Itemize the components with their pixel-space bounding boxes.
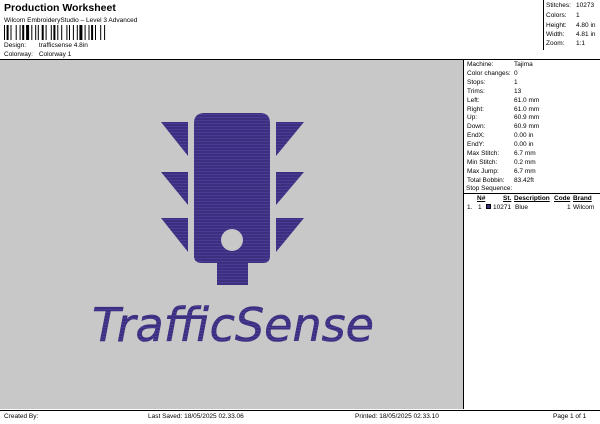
stop-row-index: 1.: [467, 204, 473, 211]
design-row: Design: trafficsense 4.8in: [4, 42, 88, 49]
machine-info-label: Up:: [467, 114, 478, 122]
stop-row-brand: Wilcom: [573, 204, 595, 211]
stop-row-n: 1: [478, 204, 482, 211]
design-label: Design:: [4, 42, 27, 49]
machine-info-value: 60.9 mm: [514, 123, 540, 131]
machine-info-value: 13: [514, 87, 522, 95]
software-subtitle: Wilcom EmbroideryStudio – Level 3 Advanc…: [4, 17, 138, 24]
col-stitches: St.: [503, 195, 512, 202]
machine-info-value: 60.9 mm: [514, 114, 540, 122]
stop-row-description: Blue: [515, 204, 529, 211]
stop-sequence-heading: Stop Sequence:: [466, 185, 513, 192]
footer-divider: [0, 410, 600, 411]
barcode: [4, 25, 106, 40]
machine-info-label: Max Jump:: [467, 167, 499, 175]
design-preview: TrafficSense: [0, 60, 463, 409]
machine-info-value: 0.00 in: [514, 132, 534, 140]
machine-info-label: Max Stitch:: [467, 150, 500, 157]
stop-row-code: 1: [567, 204, 571, 211]
col-code: Code: [554, 195, 571, 202]
machine-info-label: Min Stitch:: [467, 158, 498, 166]
traffic-light-logo: TrafficSense: [92, 113, 374, 352]
footer-created-by: Created By:: [4, 413, 39, 420]
machine-info-label: EndX:: [467, 132, 485, 140]
colorway-row: Colorway: Colorway 1: [4, 51, 71, 58]
machine-info-value: 61.0 mm: [514, 105, 540, 113]
machine-info-label: Trims:: [467, 87, 485, 95]
footer-last-saved: Last Saved: 18/05/2025 02.33.06: [148, 413, 244, 420]
logo-wordmark: TrafficSense: [92, 298, 374, 352]
machine-info-label: Stops:: [467, 78, 486, 86]
footer-printed: Printed: 18/05/2025 02.33.10: [355, 413, 439, 420]
light-hole: [221, 229, 243, 251]
traffic-light-icon: [161, 113, 304, 285]
machine-info-label: Machine:: [467, 61, 494, 68]
machine-info-value: 0.00 in: [514, 141, 534, 149]
colorway-value: Colorway 1: [38, 51, 72, 58]
thread-color-swatch: [486, 204, 491, 209]
machine-info-value: 0: [514, 69, 518, 77]
footer-page: Page 1 of 1: [553, 413, 587, 420]
machine-info-value: 6.7 mm: [514, 167, 536, 175]
machine-info-value: 1: [514, 78, 518, 86]
col-n: N#: [477, 195, 486, 202]
machine-info-label: Left:: [467, 96, 480, 104]
page-title: Production Worksheet: [4, 2, 116, 14]
machine-info-label: EndY:: [467, 141, 485, 149]
colorway-label: Colorway:: [4, 51, 33, 58]
panel-divider: [463, 59, 464, 409]
stop-row-stitches: 10271: [493, 204, 512, 211]
machine-info-label: Total Bobbin:: [467, 176, 505, 184]
summary-box-border: [543, 0, 544, 50]
machine-info-value: 0.2 mm: [514, 158, 536, 166]
machine-info-label: Right:: [467, 105, 484, 113]
machine-info-value: 83.42ft: [514, 176, 534, 184]
col-brand: Brand: [573, 195, 592, 202]
stop-sequence-divider: [464, 193, 600, 194]
machine-info-label: Down:: [467, 123, 486, 131]
design-value: trafficsense 4.8in: [38, 42, 88, 49]
col-description: Description: [514, 195, 550, 202]
machine-info-label: Color changes:: [467, 69, 511, 77]
machine-info-value: 61.0 mm: [514, 96, 540, 104]
machine-info-value: Tajima: [514, 61, 533, 68]
machine-info-value: 6.7 mm: [514, 150, 536, 157]
